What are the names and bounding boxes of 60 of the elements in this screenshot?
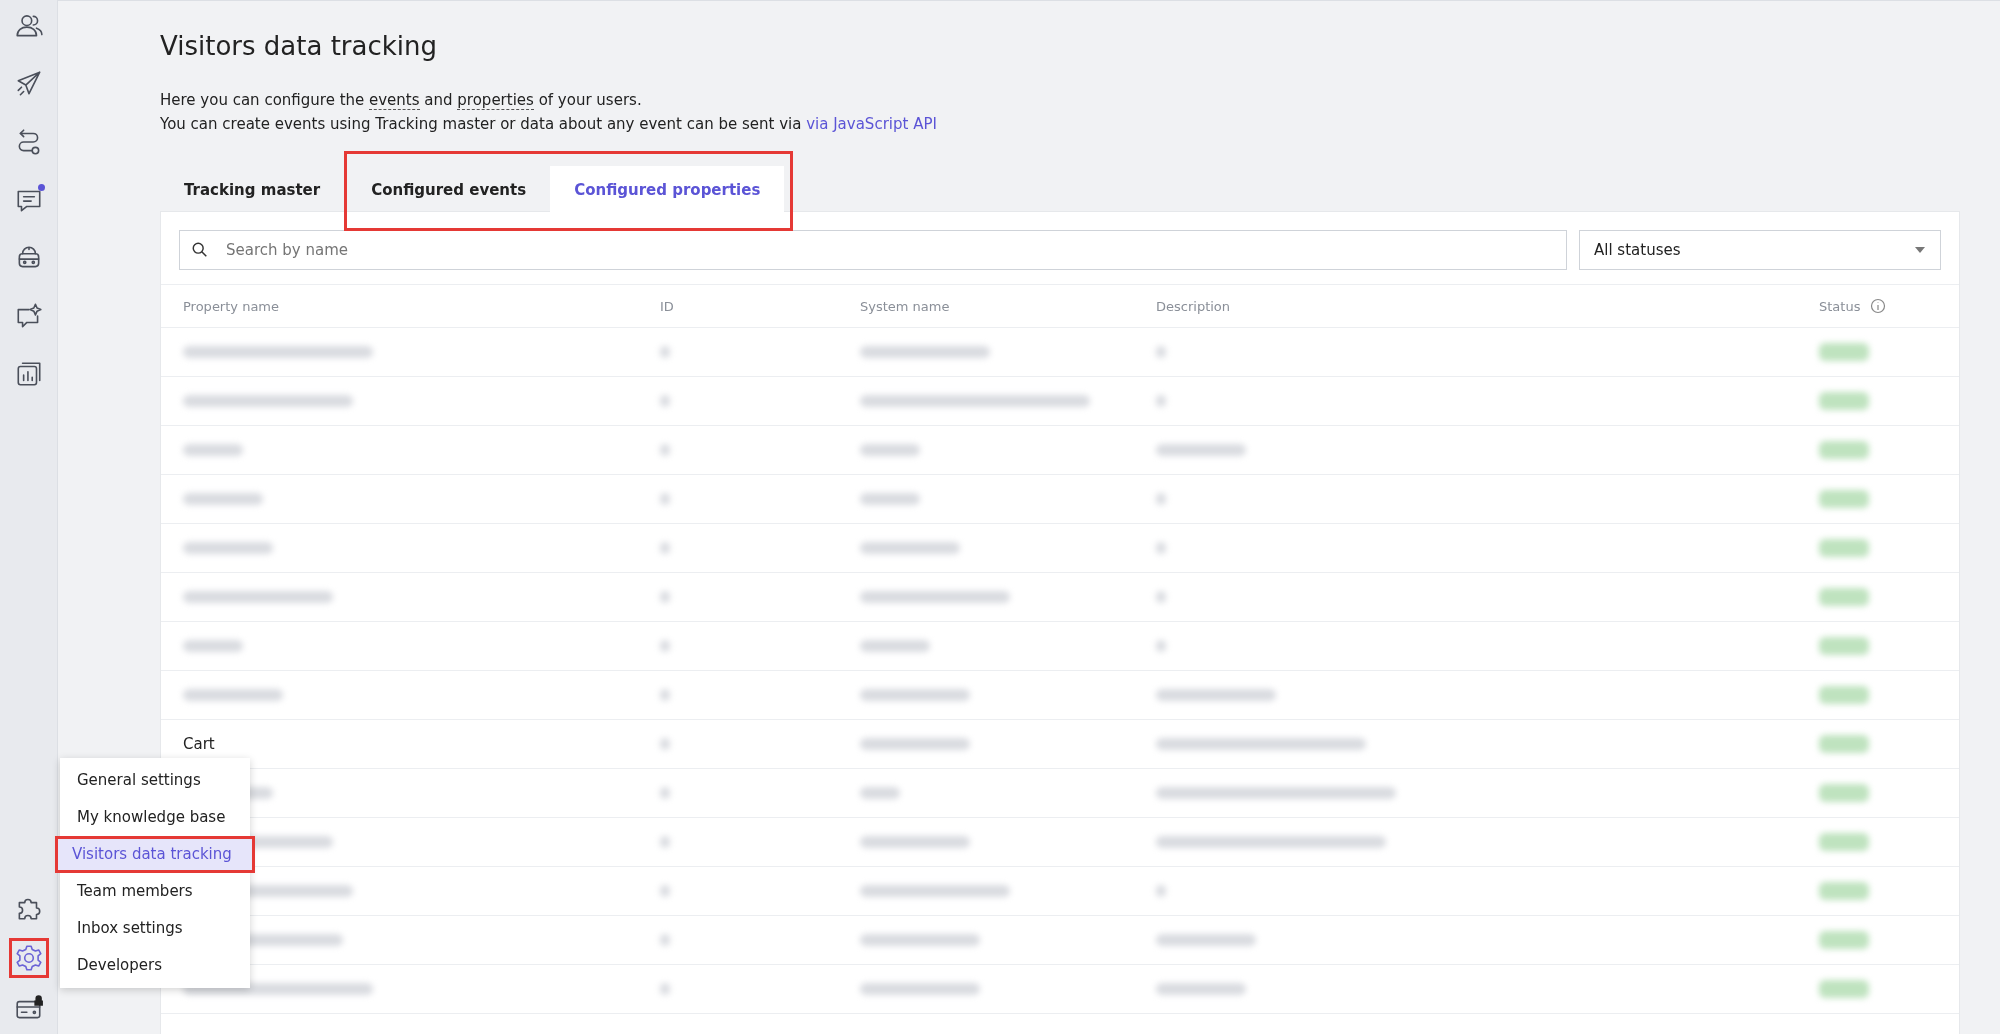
api-link[interactable]: via JavaScript API	[806, 115, 937, 133]
notification-dot	[37, 184, 45, 191]
status-pill	[1819, 686, 1869, 704]
redacted-text	[183, 444, 243, 456]
menu-item[interactable]: Inbox settings	[60, 910, 250, 947]
column-header: Status	[1819, 298, 1861, 314]
status-pill	[1819, 343, 1869, 361]
redacted-text	[660, 983, 670, 995]
status-pill	[1819, 931, 1869, 949]
menu-item[interactable]: Visitors data tracking	[55, 836, 255, 873]
status-pill	[1819, 637, 1869, 655]
redacted-text	[660, 738, 670, 750]
column-header: System name	[860, 298, 951, 314]
intro-text: Here you can configure the events and properties of your users.	[160, 91, 643, 109]
redacted-text	[660, 591, 670, 603]
redacted-text	[660, 934, 670, 946]
redacted-text	[660, 689, 670, 701]
redacted-text	[860, 493, 920, 505]
status-pill	[1819, 882, 1869, 900]
column-header: ID	[660, 298, 675, 314]
intro-text: You can create events using Tracking master or data about any event can be sent via via JavaScript API	[160, 115, 938, 133]
menu-item[interactable]: Developers	[60, 947, 250, 984]
info-icon[interactable]	[1870, 298, 1887, 314]
status-pill	[1819, 735, 1869, 753]
status-dropdown[interactable]: All statuses	[1579, 230, 1941, 270]
page-title: Visitors data tracking	[160, 31, 438, 61]
redacted-text	[660, 493, 670, 505]
column-header: Description	[1156, 298, 1232, 314]
gear-icon	[13, 943, 44, 973]
caret-icon	[1914, 246, 1926, 254]
search-field[interactable]: Search by name	[179, 230, 1567, 270]
tab[interactable]: Tracking master	[160, 166, 345, 213]
redacted-text	[660, 836, 670, 848]
redacted-text	[660, 787, 670, 799]
status-pill	[1819, 392, 1869, 410]
redacted-text	[860, 640, 930, 652]
redacted-text	[660, 346, 670, 358]
tab[interactable]: Configured events	[347, 166, 551, 213]
table-cell: Cart	[183, 735, 215, 753]
search-icon	[191, 241, 209, 259]
status-pill	[1819, 980, 1869, 998]
status-pill	[1819, 588, 1869, 606]
column-header: Property name	[183, 298, 280, 314]
status-pill	[1819, 833, 1869, 851]
menu-item[interactable]: Team members	[60, 873, 250, 910]
redacted-text	[860, 787, 900, 799]
redacted-text	[660, 542, 670, 554]
redacted-text	[860, 444, 920, 456]
status-pill	[1819, 784, 1869, 802]
redacted-text	[660, 444, 670, 456]
tab[interactable]: Configured properties	[550, 166, 785, 213]
status-pill	[1819, 490, 1869, 508]
redacted-text	[660, 885, 670, 897]
menu-item[interactable]: General settings	[60, 762, 250, 799]
status-pill	[1819, 539, 1869, 557]
status-pill	[1819, 441, 1869, 459]
redacted-text	[660, 640, 670, 652]
menu-item[interactable]: My knowledge base	[60, 799, 250, 836]
redacted-text	[183, 640, 243, 652]
redacted-text	[660, 395, 670, 407]
